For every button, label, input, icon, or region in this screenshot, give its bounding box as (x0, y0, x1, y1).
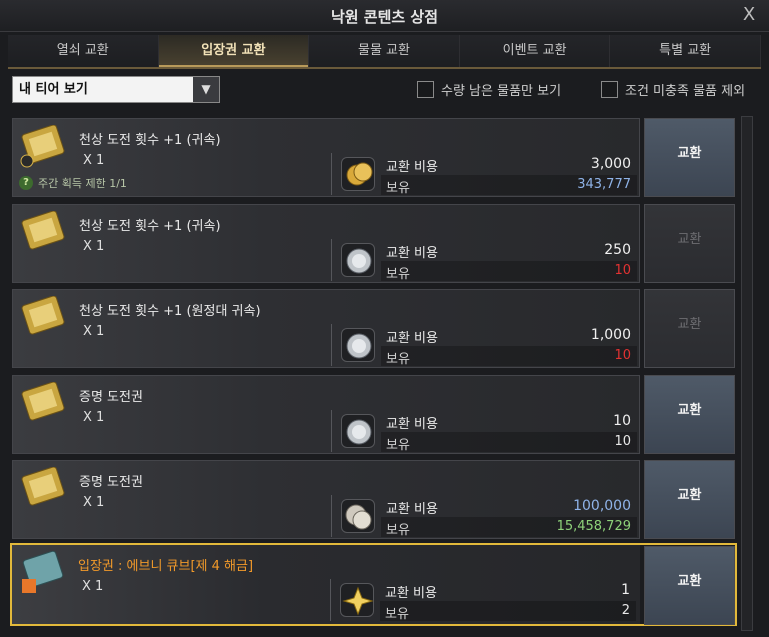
item-list: 천상 도전 횟수 +1 (귀속) X 1 ? 주간 획득 제한 1/1 교환 비… (10, 116, 753, 631)
cost-value: 10 (613, 413, 631, 429)
exclude-unmet-checkbox[interactable]: 조건 미충족 물품 제외 (601, 80, 745, 99)
owned-label: 보유 (385, 607, 409, 622)
stock-only-checkbox[interactable]: 수량 남은 물품만 보기 (417, 80, 561, 99)
tab-barter[interactable]: 물물 교환 (309, 35, 460, 67)
ticket-book-icon (19, 210, 69, 255)
list-item: 천상 도전 횟수 +1 (귀속) X 1 ? 주간 획득 제한 1/1 교환 비… (12, 118, 640, 197)
cost-panel: 교환 비용 보유 100,000 15,458,729 (331, 495, 637, 538)
ticket-book-icon (19, 295, 69, 340)
tier-dropdown-value: 내 티어 보기 (19, 82, 88, 97)
gold-coin-icon (341, 157, 375, 191)
item-name: 천상 도전 횟수 +1 (귀속) (79, 133, 221, 148)
list-item: 증명 도전권 X 1 교환 비용 보유 10 10 (12, 375, 640, 454)
checkbox-box[interactable] (601, 81, 618, 98)
item-quantity: X 1 (83, 410, 105, 425)
ticket-book-icon (19, 124, 69, 169)
exchange-button[interactable]: 교환 (644, 460, 735, 539)
silver-medal-icon (341, 414, 375, 448)
divider (330, 579, 331, 621)
list-item: 증명 도전권 X 1 교환 비용 보유 100,000 15,458,729 (12, 460, 640, 539)
silver-medal-icon (341, 243, 375, 277)
cost-label: 교환 비용 (386, 331, 438, 346)
item-name: 천상 도전 횟수 +1 (원정대 귀속) (79, 304, 261, 319)
owned-label: 보유 (386, 438, 410, 453)
weekly-limit-text: 주간 획득 제한 1/1 (38, 177, 127, 190)
item-quantity: X 1 (83, 495, 105, 510)
star-crystal-icon (340, 583, 374, 617)
item-quantity: X 1 (83, 153, 105, 168)
cost-panel: 교환 비용 보유 1 2 (330, 579, 636, 622)
title-bar: 낙원 콘텐츠 상점 X (0, 0, 769, 32)
stock-only-label: 수량 남은 물품만 보기 (441, 84, 562, 99)
chevron-down-icon: ▼ (193, 77, 219, 102)
exchange-button[interactable]: 교환 (644, 204, 735, 283)
cost-label: 교환 비용 (385, 586, 437, 601)
owned-label: 보유 (386, 523, 410, 538)
item-name: 입장권 : 에브니 큐브[제 4 해금] (78, 559, 254, 574)
tier-dropdown[interactable]: 내 티어 보기 ▼ (12, 76, 220, 103)
divider (331, 153, 332, 195)
cost-label: 교환 비용 (386, 502, 438, 517)
ticket-book-icon (19, 466, 69, 511)
exchange-button[interactable]: 교환 (644, 375, 735, 454)
cost-panel: 교환 비용 보유 10 10 (331, 410, 637, 453)
item-name: 천상 도전 횟수 +1 (귀속) (79, 219, 221, 234)
checkbox-box[interactable] (417, 81, 434, 98)
owned-label: 보유 (386, 352, 410, 367)
owned-label: 보유 (386, 267, 410, 282)
item-name: 증명 도전권 (79, 475, 143, 490)
exchange-button[interactable]: 교환 (644, 546, 735, 625)
owned-value: 15,458,729 (556, 519, 631, 534)
ticket-book-icon (19, 381, 69, 426)
owned-value: 10 (614, 434, 631, 449)
cube-ticket-icon (18, 550, 68, 595)
cost-label: 교환 비용 (386, 417, 438, 432)
cost-value: 3,000 (590, 156, 631, 172)
cost-value: 250 (604, 242, 631, 258)
item-quantity: X 1 (83, 324, 105, 339)
owned-value: 2 (621, 603, 630, 618)
item-quantity: X 1 (82, 579, 104, 594)
divider (331, 324, 332, 366)
cost-panel: 교환 비용 보유 1,000 10 (331, 324, 637, 367)
cost-panel: 교환 비용 보유 250 10 (331, 239, 637, 282)
list-item: 천상 도전 횟수 +1 (원정대 귀속) X 1 교환 비용 보유 1,000 … (12, 289, 640, 368)
owned-label: 보유 (386, 181, 410, 196)
tab-ticket-exchange[interactable]: 입장권 교환 (158, 35, 310, 67)
tab-key-exchange[interactable]: 열쇠 교환 (8, 35, 159, 67)
silver-medal-icon (341, 328, 375, 362)
exchange-button[interactable]: 교환 (644, 289, 735, 368)
question-icon: ? (19, 176, 33, 190)
cost-label: 교환 비용 (386, 246, 438, 261)
list-item-selected: 입장권 : 에브니 큐브[제 4 해금] X 1 교환 비용 보유 1 2 (10, 543, 737, 626)
weekly-limit: ? 주간 획득 제한 1/1 (19, 175, 127, 191)
cost-value: 1,000 (590, 327, 631, 343)
silver-coin-icon (341, 499, 375, 533)
scrollbar[interactable] (741, 116, 753, 631)
item-quantity: X 1 (83, 239, 105, 254)
owned-value: 10 (614, 263, 631, 278)
divider (331, 495, 332, 537)
tab-bar: 열쇠 교환 입장권 교환 물물 교환 이벤트 교환 특별 교환 (8, 35, 761, 69)
divider (331, 239, 332, 281)
cost-value: 100,000 (573, 498, 631, 514)
cost-value: 1 (621, 582, 630, 598)
cost-panel: 교환 비용 보유 3,000 343,777 (331, 153, 637, 196)
tab-event-exchange[interactable]: 이벤트 교환 (459, 35, 611, 67)
owned-value: 10 (614, 348, 631, 363)
owned-value: 343,777 (577, 177, 631, 192)
filter-row: 내 티어 보기 ▼ 수량 남은 물품만 보기 조건 미충족 물품 제외 (12, 76, 757, 104)
divider (331, 410, 332, 452)
close-button[interactable]: X (739, 4, 759, 26)
exclude-unmet-label: 조건 미충족 물품 제외 (625, 84, 746, 99)
tab-special-exchange[interactable]: 특별 교환 (610, 35, 761, 67)
window-title: 낙원 콘텐츠 상점 (330, 8, 439, 26)
list-item: 천상 도전 횟수 +1 (귀속) X 1 교환 비용 보유 250 10 (12, 204, 640, 283)
exchange-button[interactable]: 교환 (644, 118, 735, 197)
item-name: 증명 도전권 (79, 390, 143, 405)
cost-label: 교환 비용 (386, 160, 438, 175)
